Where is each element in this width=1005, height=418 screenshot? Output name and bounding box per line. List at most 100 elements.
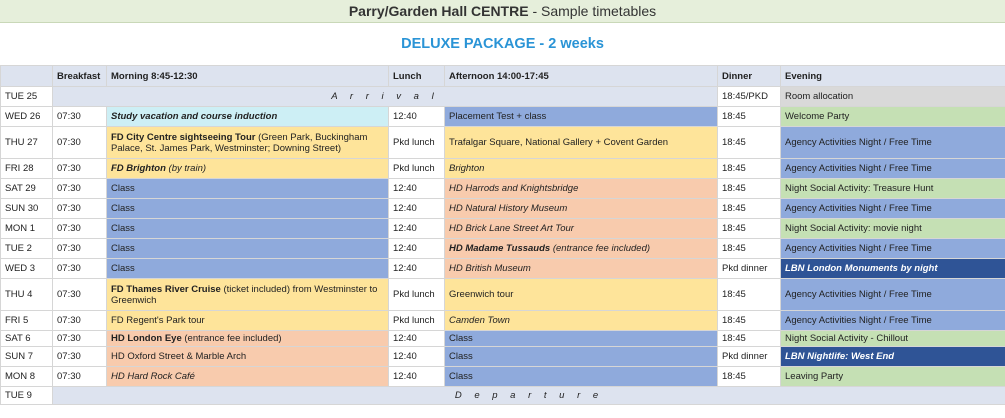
- col-morning: Morning 8:45-12:30: [106, 65, 389, 87]
- morning-cell: FD Thames River Cruise (ticket included)…: [106, 278, 389, 311]
- day-cell: TUE 25: [0, 86, 53, 107]
- afternoon-cell: HD Madame Tussauds (entrance fee include…: [444, 238, 718, 259]
- day-cell: SAT 6: [0, 330, 53, 347]
- morning-cell-text: HD Hard Rock Café: [111, 371, 195, 382]
- lunch-cell: Pkd lunch: [388, 126, 445, 159]
- dinner-cell: 18:45: [717, 278, 781, 311]
- afternoon-cell-text: Class: [449, 333, 473, 344]
- table-row: SUN 7 07:30 HD Oxford Street & Marble Arch…: [0, 346, 1005, 367]
- table-row: FRI 28 07:30 FD Brighton (by train) Pkd lun…: [0, 158, 1005, 179]
- dinner-cell: 18:45: [717, 198, 781, 219]
- span-cell: D e p a r t u r e: [52, 386, 1005, 405]
- day-cell: THU 4: [0, 278, 53, 311]
- lunch-cell: Pkd lunch: [388, 278, 445, 311]
- afternoon-cell-text: HD Harrods and Knightsbridge: [449, 183, 579, 194]
- col-breakfast: Breakfast: [52, 65, 107, 87]
- table-row: SAT 29 07:30 Class 12:40 HD Harrods and Knig…: [0, 178, 1005, 199]
- centre-title: Parry/Garden Hall CENTRE: [348, 3, 529, 19]
- dinner-cell: 18:45: [717, 218, 781, 239]
- afternoon-cell-text: Placement Test + class: [449, 111, 547, 122]
- day-cell: SUN 30: [0, 198, 53, 219]
- morning-cell: Class: [106, 218, 389, 239]
- evening-cell: Agency Activities Night / Free Time: [780, 198, 1005, 219]
- lunch-cell: 12:40: [388, 258, 445, 279]
- evening-cell: Leaving Party: [780, 366, 1005, 387]
- morning-cell-text: Class: [111, 183, 135, 194]
- afternoon-cell-text: Class: [449, 371, 473, 382]
- morning-cell-bold: FD Brighton: [111, 163, 166, 174]
- afternoon-cell-text: HD Natural History Museum: [449, 203, 568, 214]
- table-row: THU 27 07:30 FD City Centre sightseeing To…: [0, 126, 1005, 159]
- table-row: FRI 5 07:30 FD Regent's Park tour Pkd lunch…: [0, 310, 1005, 331]
- morning-cell: Class: [106, 198, 389, 219]
- dinner-cell: 18:45: [717, 310, 781, 331]
- morning-cell: Class: [106, 238, 389, 259]
- evening-cell: Agency Activities Night / Free Time: [780, 310, 1005, 331]
- afternoon-cell-text: Greenwich tour: [449, 289, 514, 300]
- afternoon-cell: Greenwich tour: [444, 278, 718, 311]
- breakfast-cell: 07:30: [52, 310, 107, 331]
- afternoon-cell-text: (entrance fee included): [550, 243, 651, 254]
- lunch-cell: 12:40: [388, 178, 445, 199]
- col-evening: Evening: [780, 65, 1005, 87]
- dinner-cell: Pkd dinner: [717, 258, 781, 279]
- table-row: MON 8 07:30 HD Hard Rock Café 12:40 Class 18:…: [0, 366, 1005, 387]
- breakfast-cell: 07:30: [52, 198, 107, 219]
- morning-cell-text: Class: [111, 223, 135, 234]
- table-row: MON 1 07:30 Class 12:40 HD Brick Lane Street…: [0, 218, 1005, 239]
- day-cell: FRI 28: [0, 158, 53, 179]
- lunch-cell: 12:40: [388, 346, 445, 367]
- lunch-cell: 12:40: [388, 366, 445, 387]
- dinner-cell: Pkd dinner: [717, 346, 781, 367]
- evening-cell: Night Social Activity: Treasure Hunt: [780, 178, 1005, 199]
- col-dinner: Dinner: [717, 65, 781, 87]
- dinner-cell: 18:45: [717, 126, 781, 159]
- afternoon-cell: Class: [444, 330, 718, 347]
- afternoon-cell: Class: [444, 346, 718, 367]
- dinner-cell: 18:45: [717, 366, 781, 387]
- morning-cell: HD Hard Rock Café: [106, 366, 389, 387]
- morning-cell-text: Class: [111, 263, 135, 274]
- lunch-cell: 12:40: [388, 330, 445, 347]
- afternoon-cell-text: HD Brick Lane Street Art Tour: [449, 223, 574, 234]
- lunch-cell: 12:40: [388, 238, 445, 259]
- afternoon-cell: HD Brick Lane Street Art Tour: [444, 218, 718, 239]
- day-cell: WED 3: [0, 258, 53, 279]
- afternoon-cell: HD Natural History Museum: [444, 198, 718, 219]
- evening-cell: Room allocation: [780, 86, 1005, 107]
- morning-cell: Class: [106, 178, 389, 199]
- afternoon-cell: HD British Museum: [444, 258, 718, 279]
- morning-cell-text: FD Regent's Park tour: [111, 315, 205, 326]
- table-row: TUE 9D e p a r t u r e: [0, 386, 1005, 405]
- morning-cell: FD Brighton (by train): [106, 158, 389, 179]
- afternoon-cell-text: Brighton: [449, 163, 485, 174]
- morning-cell-text: Class: [111, 203, 135, 214]
- evening-cell: Night Social Activity - Chillout: [780, 330, 1005, 347]
- lunch-cell: 12:40: [388, 106, 445, 127]
- col-lunch: Lunch: [388, 65, 445, 87]
- morning-cell-bold: HD London Eye: [111, 333, 182, 344]
- morning-cell-text: (by train): [165, 163, 207, 174]
- afternoon-cell-text: HD British Museum: [449, 263, 531, 274]
- col-afternoon: Afternoon 14:00-17:45: [444, 65, 718, 87]
- header-row: Breakfast Morning 8:45-12:30 Lunch After…: [0, 65, 1005, 87]
- morning-cell: HD London Eye (entrance fee included): [106, 330, 389, 347]
- afternoon-cell: HD Harrods and Knightsbridge: [444, 178, 718, 199]
- morning-cell: Class: [106, 258, 389, 279]
- span-cell: A r r i v a l: [52, 86, 718, 107]
- table-row: SAT 6 07:30 HD London Eye (entrance fee in…: [0, 330, 1005, 347]
- morning-cell-text: HD Oxford Street & Marble Arch: [111, 351, 247, 362]
- afternoon-cell-text: Trafalgar Square, National Gallery + Cov…: [449, 137, 669, 148]
- breakfast-cell: 07:30: [52, 106, 107, 127]
- dinner-cell: 18:45: [717, 238, 781, 259]
- morning-cell: FD City Centre sightseeing Tour (Green P…: [106, 126, 389, 159]
- table-row: WED 26 07:30 Study vacation and course ind…: [0, 106, 1005, 127]
- dinner-cell: 18:45: [717, 106, 781, 127]
- dinner-cell: 18:45: [717, 330, 781, 347]
- day-cell: FRI 5: [0, 310, 53, 331]
- centre-title-bar: Parry/Garden Hall CENTRE - Sample timeta…: [0, 0, 1005, 23]
- breakfast-cell: 07:30: [52, 178, 107, 199]
- morning-cell: Study vacation and course induction: [106, 106, 389, 127]
- morning-cell: HD Oxford Street & Marble Arch: [106, 346, 389, 367]
- package-title: DELUXE PACKAGE - 2 weeks: [401, 36, 604, 52]
